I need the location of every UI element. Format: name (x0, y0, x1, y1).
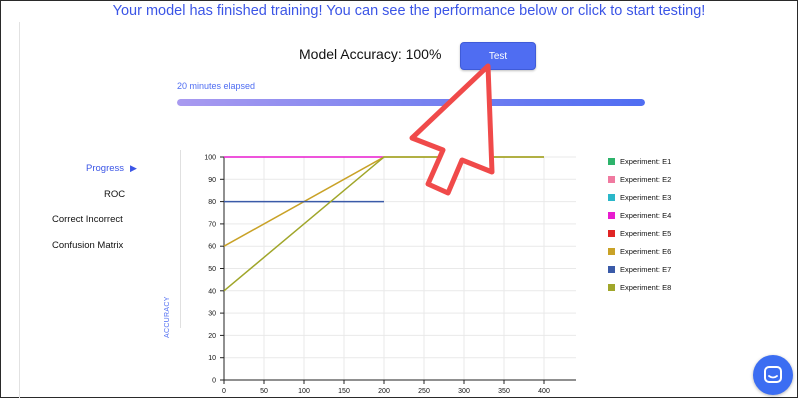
chat-button[interactable] (753, 355, 793, 395)
chat-bubble-icon (764, 366, 782, 383)
pointer-arrow-icon (409, 63, 495, 196)
